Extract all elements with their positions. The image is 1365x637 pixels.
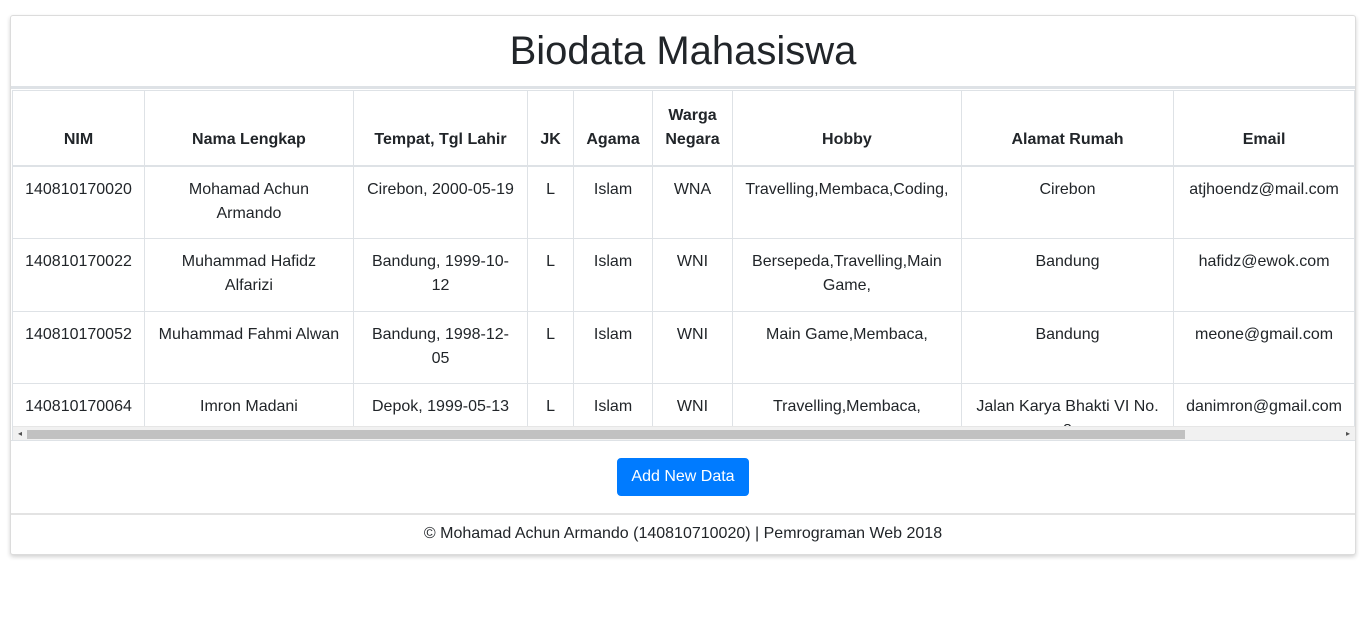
horizontal-scrollbar[interactable]: ◂ ▸	[13, 426, 1355, 440]
cell-hobby: Main Game,Membaca,	[731, 310, 962, 384]
biodata-table: NIM Nama Lengkap Tempat, Tgl Lahir JK Ag…	[12, 90, 1355, 440]
cell-nama: Muhammad Fahmi Alwan	[143, 310, 354, 384]
cell-warga-negara: WNI	[652, 237, 733, 312]
table-row: 140810170022 Muhammad Hafidz Alfarizi Ba…	[12, 237, 1355, 312]
table-row: 140810170020 Mohamad Achun Armando Cireb…	[12, 165, 1355, 239]
footer-text: © Mohamad Achun Armando (140810710020) |…	[423, 525, 943, 542]
cell-alamat: Cirebon	[960, 165, 1175, 239]
cell-warga-negara: WNA	[652, 165, 733, 239]
column-header-nama-lengkap: Nama Lengkap	[143, 90, 354, 167]
cell-agama: Islam	[573, 237, 654, 312]
cell-email: atjhoendz@mail.com	[1173, 165, 1355, 239]
column-header-agama: Agama	[573, 90, 654, 167]
table-scroll-container[interactable]: NIM Nama Lengkap Tempat, Tgl Lahir JK Ag…	[11, 89, 1355, 441]
column-header-nim: NIM	[12, 90, 145, 167]
scroll-right-arrow-icon[interactable]: ▸	[1341, 427, 1355, 440]
cell-email: hafidz@ewok.com	[1173, 237, 1355, 312]
cell-nim: 140810170022	[12, 237, 145, 312]
column-header-jk: JK	[527, 90, 575, 167]
cell-jk: L	[527, 237, 575, 312]
cell-hobby: Travelling,Membaca,Coding,	[731, 165, 962, 239]
page-title: Biodata Mahasiswa	[509, 29, 857, 73]
cell-alamat: Bandung	[960, 237, 1175, 312]
cell-nim: 140810170020	[12, 165, 145, 239]
cell-nama: Mohamad Achun Armando	[143, 165, 354, 239]
cell-warga-negara: WNI	[652, 310, 733, 384]
cell-tempat-tgl-lahir: Cirebon, 2000-05-19	[352, 165, 529, 239]
column-header-hobby: Hobby	[731, 90, 962, 167]
cell-tempat-tgl-lahir: Bandung, 1999-10-12	[352, 237, 529, 312]
cell-alamat: Bandung	[960, 310, 1175, 384]
scrollbar-thumb[interactable]	[27, 430, 1185, 439]
cell-nama: Muhammad Hafidz Alfarizi	[143, 237, 354, 312]
card-footer: © Mohamad Achun Armando (140810710020) |…	[11, 513, 1355, 554]
column-header-alamat-rumah: Alamat Rumah	[960, 90, 1175, 167]
cell-hobby: Bersepeda,Travelling,Main Game,	[731, 237, 962, 312]
column-header-tempat-tgl-lahir: Tempat, Tgl Lahir	[352, 90, 529, 167]
add-new-data-button[interactable]: Add New Data	[617, 458, 749, 496]
cell-jk: L	[527, 165, 575, 239]
cell-nim: 140810170052	[12, 310, 145, 384]
card-header: Biodata Mahasiswa	[11, 16, 1355, 89]
cell-agama: Islam	[573, 310, 654, 384]
table-row: 140810170052 Muhammad Fahmi Alwan Bandun…	[12, 310, 1355, 384]
cell-jk: L	[527, 310, 575, 384]
cell-agama: Islam	[573, 165, 654, 239]
biodata-card: Biodata Mahasiswa NIM Nama Lengkap Tempa…	[10, 15, 1356, 555]
cell-tempat-tgl-lahir: Bandung, 1998-12-05	[352, 310, 529, 384]
column-header-email: Email	[1173, 90, 1355, 167]
table-header-row: NIM Nama Lengkap Tempat, Tgl Lahir JK Ag…	[12, 90, 1355, 167]
cell-email: meone@gmail.com	[1173, 310, 1355, 384]
column-header-warga-negara: Warga Negara	[652, 90, 733, 167]
scroll-left-arrow-icon[interactable]: ◂	[13, 427, 27, 440]
action-area: Add New Data	[11, 441, 1355, 511]
